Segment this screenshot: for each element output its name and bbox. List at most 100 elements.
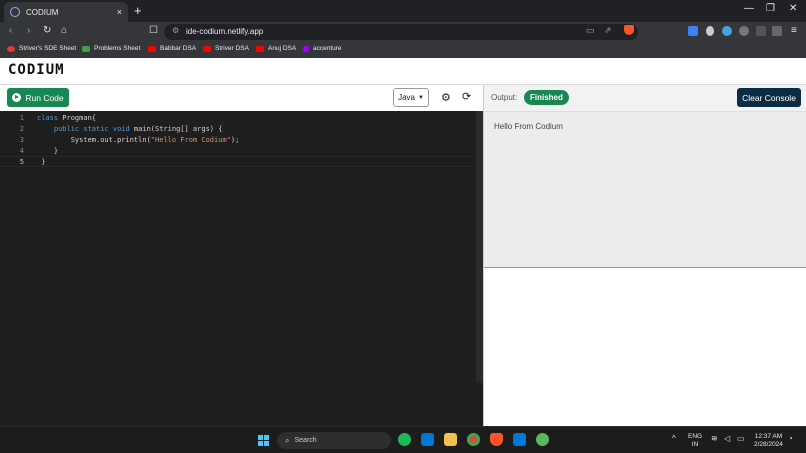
- spotify-icon[interactable]: [398, 433, 411, 446]
- bookmark-accenture[interactable]: accenture: [303, 45, 342, 52]
- bookmark-label: Problems Sheet: [94, 45, 141, 52]
- browser-titlebar: CODIUM × + — ❐ ✕: [0, 0, 806, 22]
- address-url[interactable]: ide-codium.netlify.app: [186, 27, 263, 36]
- maximize-button[interactable]: ❐: [766, 3, 775, 14]
- code-string: "Hello From Codium": [150, 136, 231, 144]
- wifi-icon[interactable]: ≋: [711, 435, 718, 443]
- sidebar-icon[interactable]: [772, 26, 782, 36]
- line-number: 2: [19, 125, 24, 133]
- run-code-label: Run Code: [25, 92, 64, 103]
- vpn-extension-icon[interactable]: [688, 26, 698, 36]
- code-keyword: class: [37, 114, 59, 122]
- taskbar-search[interactable]: ⌕ Search: [277, 432, 391, 449]
- windows-start-icon[interactable]: [258, 435, 269, 446]
- tab-close-icon[interactable]: ×: [117, 7, 122, 17]
- status-badge: Finished: [524, 90, 569, 105]
- code-text: System.out.println(: [70, 136, 151, 144]
- utorrent-icon[interactable]: [536, 433, 549, 446]
- brave-shields-icon[interactable]: [624, 25, 634, 35]
- notification-bell-icon[interactable]: ◔: [788, 435, 793, 443]
- code-line[interactable]: System.out.println("Hello From Codium");: [37, 136, 240, 144]
- line-number: 5: [19, 158, 24, 166]
- forward-icon[interactable]: ›: [27, 25, 30, 36]
- output-header: Output: Finished Clear Console: [484, 85, 806, 111]
- bookmark-strivers-sde-sheet[interactable]: Striver's SDE Sheet: [7, 45, 76, 52]
- reset-code-icon[interactable]: ⟳: [462, 90, 471, 103]
- clock-time: 12:37 AM: [754, 433, 783, 440]
- output-panel: Output: Finished Clear Console Hello Fro…: [483, 85, 806, 426]
- address-bar[interactable]: ⚙ ide-codium.netlify.app: [164, 24, 638, 40]
- line-number: 1: [19, 114, 24, 122]
- language-bottom: IN: [691, 441, 699, 448]
- tab-title: CODIUM: [26, 7, 59, 17]
- language-indicator[interactable]: ENG IN: [688, 433, 702, 449]
- code-text: }: [53, 147, 59, 155]
- menu-icon[interactable]: ≡: [791, 25, 797, 36]
- line-number: 4: [19, 147, 24, 155]
- outlook-icon[interactable]: [421, 433, 434, 446]
- volume-icon[interactable]: ◁: [724, 435, 730, 443]
- editor-scrollbar-thumb[interactable]: [476, 111, 483, 383]
- vscode-icon[interactable]: [513, 433, 526, 446]
- code-line[interactable]: public static void main(String[] args) {: [37, 125, 223, 133]
- code-line[interactable]: class Progman{: [37, 114, 96, 122]
- language-top: ENG: [688, 433, 703, 440]
- code-line[interactable]: }: [37, 147, 58, 155]
- code-line[interactable]: }: [37, 158, 45, 166]
- new-tab-button[interactable]: +: [134, 3, 142, 18]
- play-icon: [12, 93, 22, 102]
- current-line-highlight: [0, 156, 478, 167]
- bookmark-icon[interactable]: ☐: [149, 25, 158, 36]
- line-number: 3: [19, 136, 24, 144]
- settings-gear-icon[interactable]: ⚙: [441, 91, 451, 104]
- code-editor[interactable]: 1 2 3 4 5 class Progman{ public static v…: [0, 111, 483, 426]
- bookmark-label: Anuj DSA: [268, 45, 297, 52]
- code-keyword: public static void: [53, 125, 130, 133]
- code-text: );: [230, 136, 240, 144]
- reload-icon[interactable]: ↻: [43, 25, 51, 36]
- accenture-icon: [303, 45, 309, 52]
- app-logo: CODIUM: [8, 62, 65, 78]
- chevron-up-icon[interactable]: ^: [672, 435, 676, 443]
- home-icon[interactable]: ⌂: [61, 25, 67, 36]
- taskbar: ⌕ Search ^ ENG IN ≋ ◁ ▭ 12:37 AM 2/28/20…: [0, 426, 806, 453]
- bookmarks-bar: Striver's SDE Sheet Problems Sheet Babba…: [0, 42, 806, 58]
- bookmark-anuj-dsa[interactable]: Anuj DSA: [256, 45, 296, 52]
- chrome-icon[interactable]: [467, 433, 480, 446]
- browser-tab[interactable]: CODIUM ×: [4, 2, 128, 22]
- tab-favicon-icon: [10, 7, 20, 17]
- bookmark-label: accenture: [313, 45, 342, 52]
- bookmark-babbar-dsa[interactable]: Babbar DSA: [148, 45, 196, 52]
- bookmark-label: Striver DSA: [215, 45, 249, 52]
- cast-icon[interactable]: ▭: [586, 25, 595, 36]
- back-icon[interactable]: ‹: [9, 25, 12, 36]
- site-info-icon[interactable]: ⚙: [172, 26, 179, 35]
- bookmark-striver-dsa[interactable]: Striver DSA: [203, 45, 249, 52]
- file-explorer-icon[interactable]: [444, 433, 457, 446]
- minimize-button[interactable]: —: [744, 3, 754, 14]
- close-window-button[interactable]: ✕: [789, 3, 797, 14]
- brave-browser-icon[interactable]: [490, 433, 503, 446]
- bookmark-favicon-icon: [82, 45, 90, 52]
- stdin-textarea[interactable]: [484, 267, 806, 426]
- youtube-icon: [256, 45, 264, 52]
- pen-extension-icon[interactable]: [706, 26, 714, 36]
- clear-console-button[interactable]: Clear Console: [737, 88, 801, 107]
- language-select[interactable]: Java ▼: [393, 88, 429, 107]
- code-text: main(String[] args) {: [129, 125, 223, 133]
- clock[interactable]: 12:37 AM 2/28/2024: [754, 433, 783, 449]
- language-value: Java: [398, 93, 415, 102]
- browser-toolbar: ‹ › ↻ ⌂ ☐ ⚙ ide-codium.netlify.app ▭ ⇗ ≡: [0, 22, 806, 42]
- bookmark-problems-sheet[interactable]: Problems Sheet: [82, 45, 140, 52]
- share-icon[interactable]: ⇗: [604, 25, 612, 36]
- caret-down-icon: ▼: [417, 94, 424, 101]
- extension-icon[interactable]: [739, 26, 749, 36]
- console-output-text: Hello From Codium: [494, 122, 563, 131]
- battery-icon[interactable]: ▭: [737, 435, 745, 443]
- extensions-puzzle-icon[interactable]: [756, 26, 766, 36]
- taskbar-search-label: Search: [294, 437, 317, 444]
- run-code-button[interactable]: Run Code: [7, 88, 69, 107]
- extension-icon[interactable]: [722, 26, 732, 36]
